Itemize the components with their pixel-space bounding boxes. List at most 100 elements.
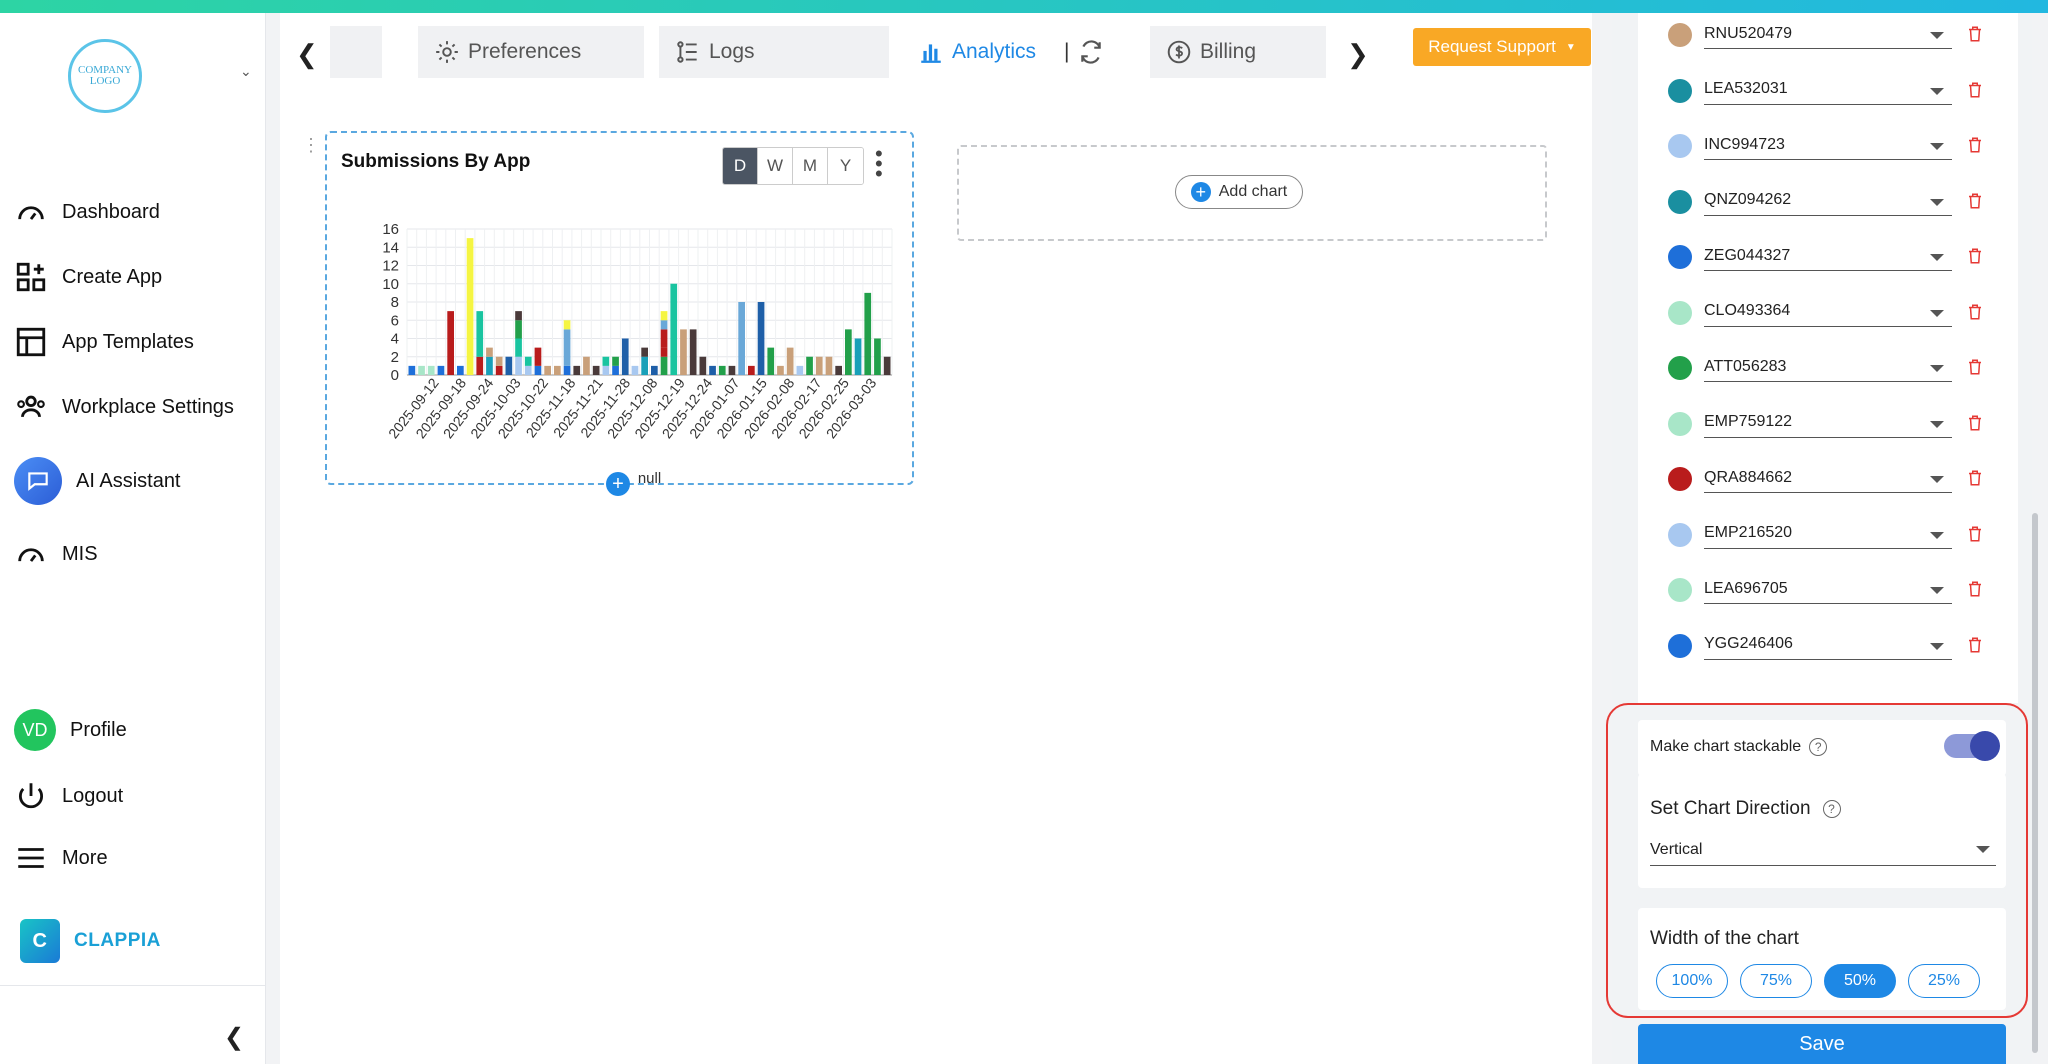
trash-icon[interactable] [1966, 634, 1984, 656]
series-select[interactable]: CLO493364 [1704, 297, 1952, 327]
brand[interactable]: C CLAPPIA [20, 919, 161, 963]
series-color-swatch[interactable] [1668, 189, 1692, 214]
bar-segment[interactable] [757, 302, 765, 375]
series-select[interactable]: ATT056283 [1704, 352, 1952, 382]
scrollbar[interactable] [2032, 513, 2038, 1053]
bar-segment[interactable] [466, 238, 474, 375]
bar-segment[interactable] [592, 365, 600, 375]
chart-card[interactable]: Submissions By App DWMY • • • 0 2 4 6 8 10 12 14 1… [325, 131, 914, 487]
sidebar-item-more[interactable]: More [14, 841, 108, 875]
bar-segment[interactable] [612, 356, 619, 366]
bar-segment[interactable] [515, 320, 522, 339]
series-color-swatch[interactable] [1668, 411, 1692, 436]
bar-segment[interactable] [796, 365, 804, 375]
bar-segment[interactable] [660, 311, 668, 321]
bar-segment[interactable] [660, 329, 668, 348]
series-color-swatch[interactable] [1668, 356, 1692, 380]
bar-segment[interactable] [515, 338, 522, 357]
series-color-swatch[interactable] [1668, 245, 1692, 269]
sidebar-item-logout[interactable]: Logout [14, 779, 123, 813]
bar-segment[interactable] [709, 365, 716, 375]
bar-segment[interactable] [660, 347, 668, 357]
bar-segment[interactable] [544, 365, 551, 375]
bar-segment[interactable] [602, 365, 610, 375]
sidebar-item-profile[interactable]: VD Profile [14, 709, 127, 751]
bar-segment[interactable] [457, 365, 464, 375]
bar-segment[interactable] [641, 347, 648, 357]
series-select[interactable]: INC994723 [1704, 130, 1952, 160]
trash-icon[interactable] [1966, 356, 1984, 378]
bar-segment[interactable] [689, 329, 697, 375]
bar-segment[interactable] [660, 356, 668, 375]
series-color-swatch[interactable] [1668, 78, 1692, 103]
trash-icon[interactable] [1966, 578, 1984, 600]
series-color-swatch[interactable] [1668, 300, 1692, 325]
bar-segment[interactable] [524, 365, 532, 375]
bar-segment[interactable] [602, 356, 610, 366]
bar-segment[interactable] [418, 365, 425, 375]
trash-icon[interactable] [1966, 245, 1984, 267]
series-select[interactable]: RNU520479 [1704, 19, 1952, 49]
bar-segment[interactable] [874, 338, 881, 376]
bar-segment[interactable] [515, 356, 522, 375]
series-color-swatch[interactable] [1668, 578, 1692, 602]
bar-segment[interactable] [534, 365, 542, 375]
series-select[interactable]: YGG246406 [1704, 630, 1952, 660]
trash-icon[interactable] [1966, 301, 1984, 323]
series-color-swatch[interactable] [1668, 633, 1692, 658]
bar-segment[interactable] [437, 365, 445, 375]
series-color-swatch[interactable] [1668, 522, 1692, 547]
chevron-right-icon[interactable]: ❯ [1347, 39, 1369, 70]
add-row-plus-icon[interactable]: + [606, 472, 630, 496]
bar-segment[interactable] [476, 356, 484, 375]
bar-segment[interactable] [427, 365, 435, 375]
refresh-icon[interactable] [1078, 39, 1104, 65]
bar-segment[interactable] [767, 347, 775, 375]
bar-segment[interactable] [563, 365, 571, 375]
bar-segment[interactable] [806, 356, 813, 375]
bar-segment[interactable] [612, 365, 619, 375]
bar-segment[interactable] [815, 356, 823, 375]
series-color-swatch[interactable] [1668, 23, 1692, 47]
bar-segment[interactable] [777, 365, 784, 375]
company-logo[interactable]: COMPANY LOGO [68, 39, 142, 113]
bar-segment[interactable] [563, 329, 571, 366]
bar-segment[interactable] [621, 338, 629, 376]
chevron-down-icon[interactable]: ⌄ [240, 63, 252, 80]
trash-icon[interactable] [1966, 523, 1984, 545]
bar-segment[interactable] [728, 365, 736, 375]
bar-segment[interactable] [583, 356, 590, 375]
bar-segment[interactable] [495, 365, 503, 375]
bar-segment[interactable] [748, 365, 755, 375]
bar-segment[interactable] [641, 356, 648, 375]
bar-segment[interactable] [515, 311, 522, 321]
tab-hidden[interactable] [330, 26, 382, 78]
bar-segment[interactable] [845, 329, 852, 375]
bar-segment[interactable] [486, 356, 493, 375]
bar-segment[interactable] [660, 320, 668, 330]
sidebar-item-mis[interactable]: MIS [14, 537, 98, 571]
add-chart-button[interactable]: + Add chart [1175, 175, 1303, 209]
bar-segment[interactable] [670, 283, 678, 375]
bar-segment[interactable] [534, 347, 542, 366]
series-select[interactable]: QRA884662 [1704, 463, 1952, 493]
series-select[interactable]: LEA532031 [1704, 75, 1952, 105]
series-select[interactable]: EMP759122 [1704, 408, 1952, 438]
sidebar-item-app-templates[interactable]: App Templates [14, 325, 194, 359]
bar-segment[interactable] [476, 311, 484, 357]
tab-billing[interactable]: Billing [1150, 26, 1326, 78]
bar-segment[interactable] [864, 292, 872, 375]
bar-segment[interactable] [563, 320, 571, 330]
sidebar-item-create-app[interactable]: Create App [14, 260, 162, 294]
series-select[interactable]: QNZ094262 [1704, 186, 1952, 216]
bar-segment[interactable] [680, 329, 687, 375]
series-select[interactable]: LEA696705 [1704, 574, 1952, 604]
bar-segment[interactable] [699, 356, 707, 375]
bar-segment[interactable] [738, 302, 745, 375]
trash-icon[interactable] [1966, 79, 1984, 101]
sidebar-item-ai-assistant[interactable]: AI Assistant [14, 457, 181, 505]
bar-segment[interactable] [786, 347, 794, 375]
bar-segment[interactable] [835, 365, 842, 375]
bar-segment[interactable] [495, 356, 503, 366]
bar-segment[interactable] [825, 356, 833, 375]
